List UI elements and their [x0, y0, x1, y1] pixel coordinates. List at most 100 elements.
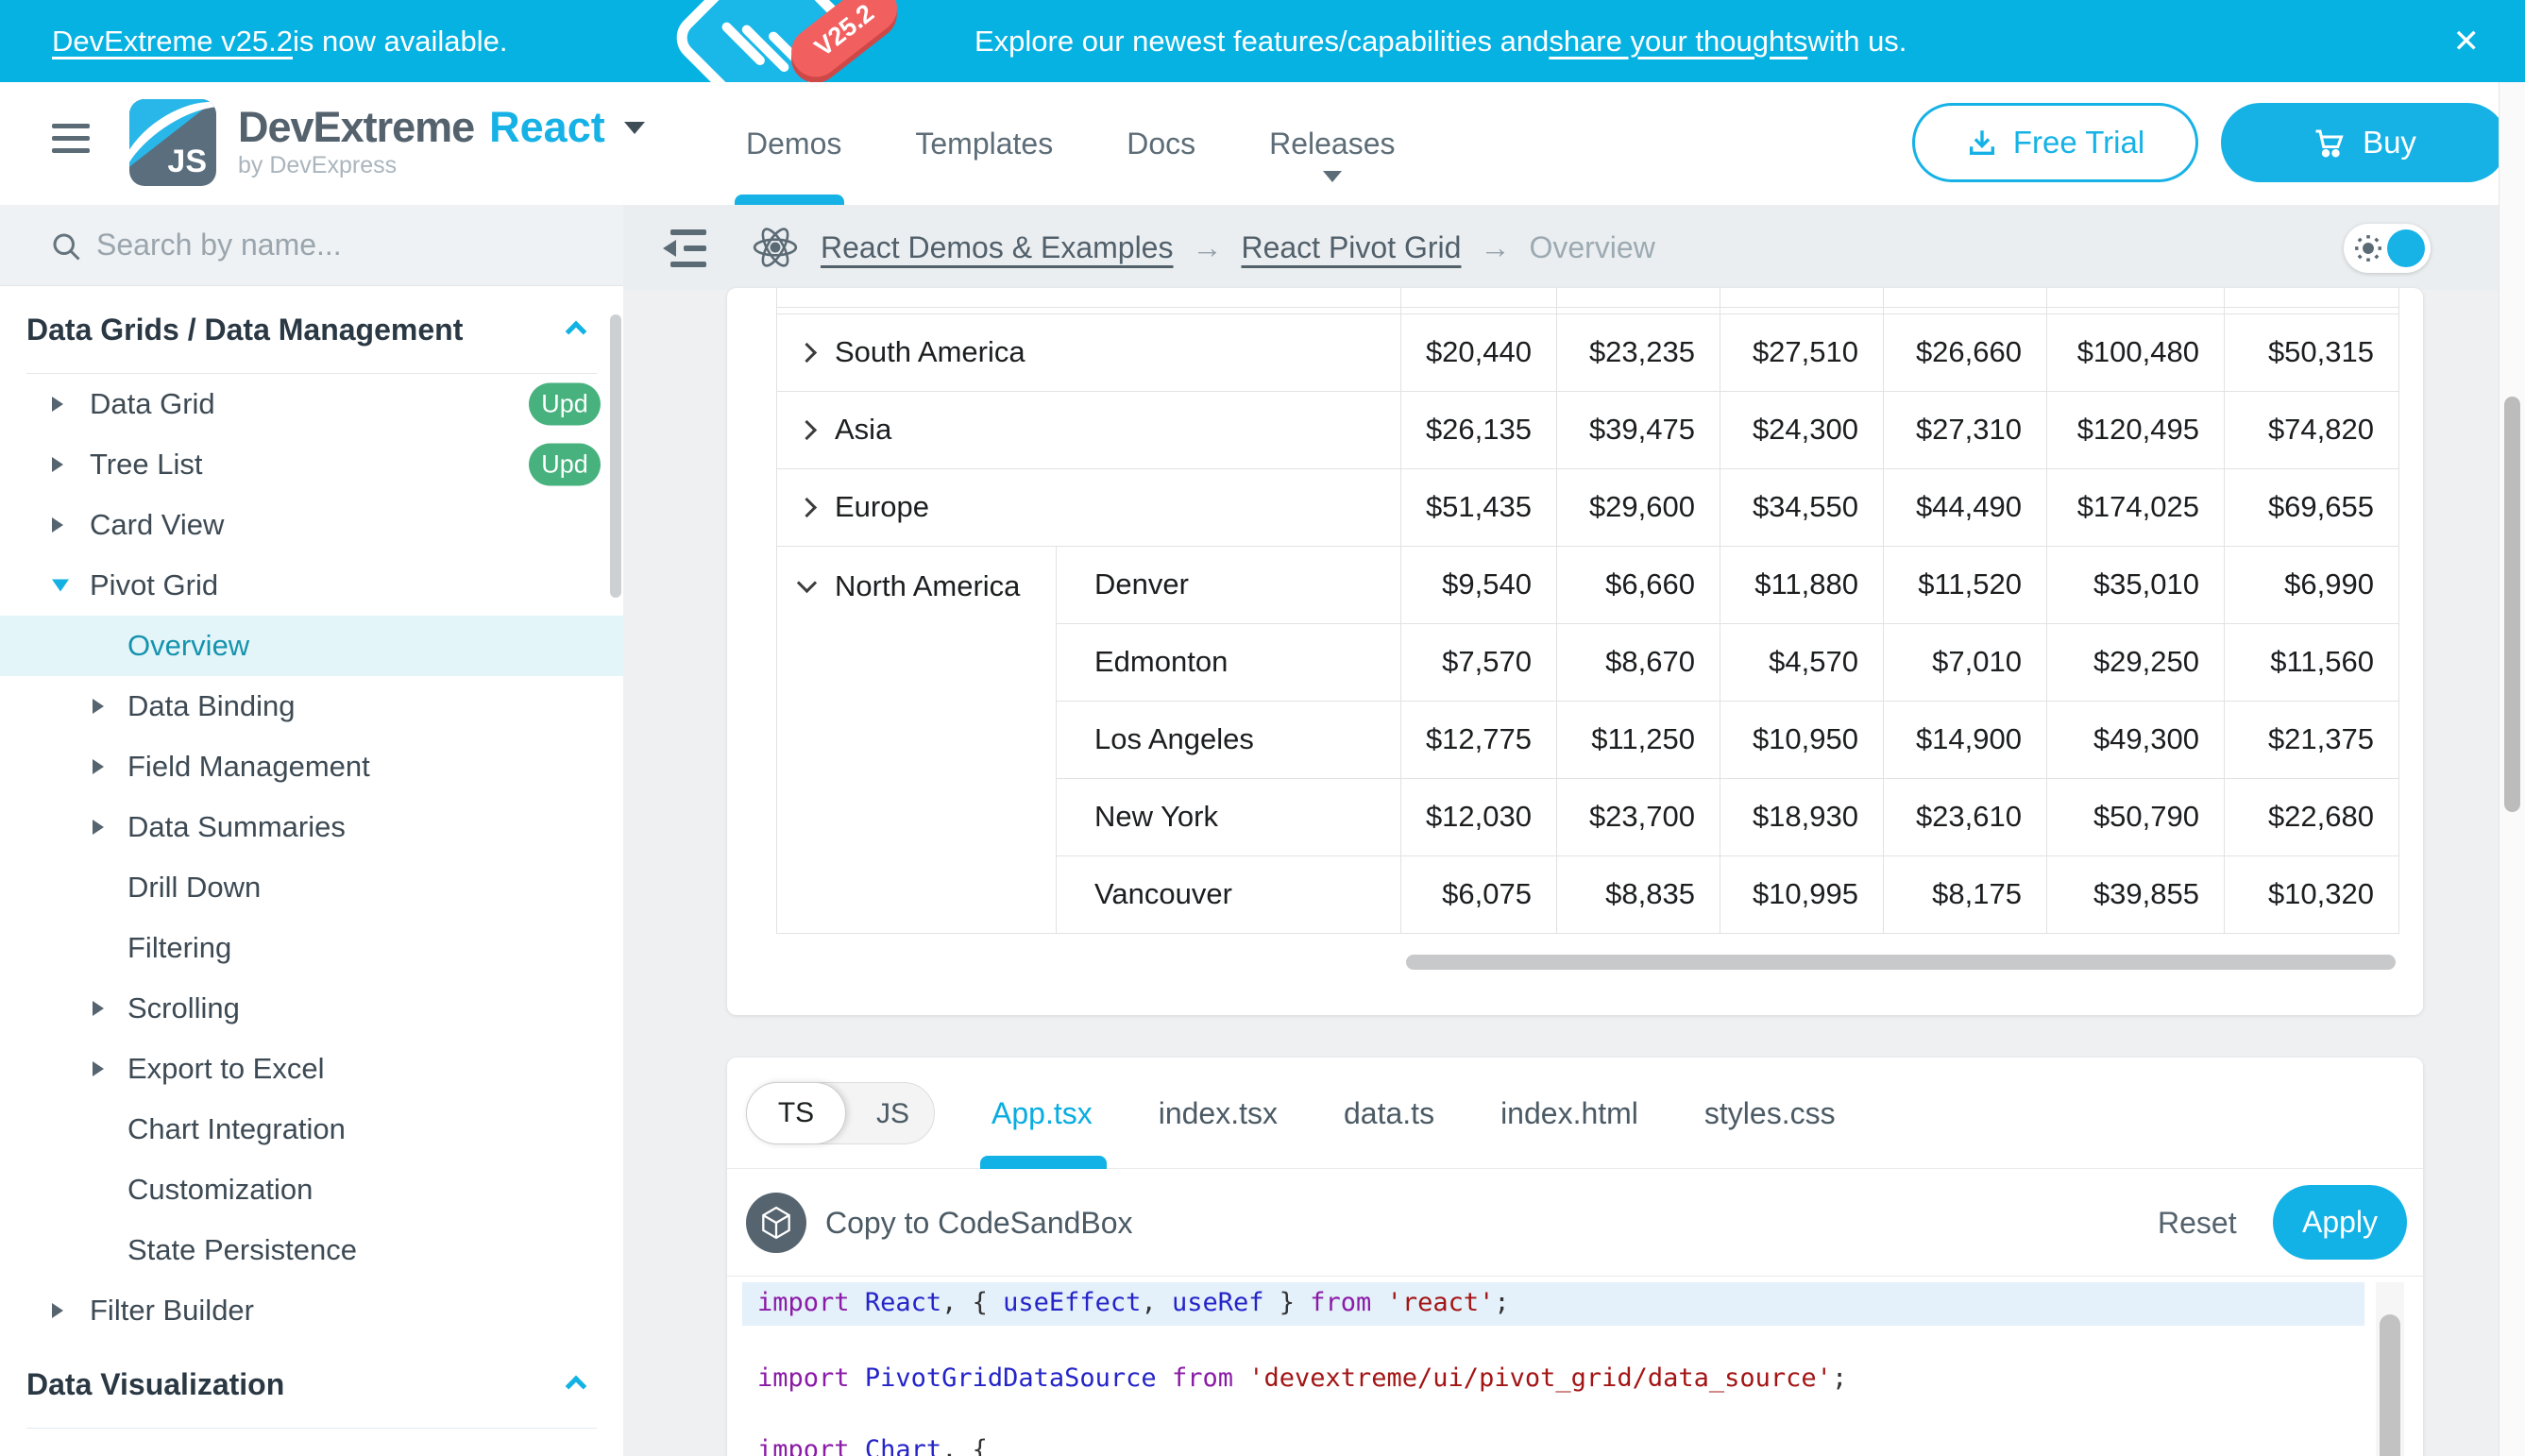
- cart-icon: [2312, 126, 2346, 160]
- pivot-city-header-vancouver[interactable]: Vancouver: [1057, 855, 1401, 933]
- brand-block[interactable]: DevExtreme React by DevExpress: [238, 103, 645, 179]
- pivot-value-cell: $8,835: [1557, 855, 1720, 933]
- file-tab-index-html[interactable]: index.html: [1500, 1096, 1638, 1131]
- codesandbox-icon[interactable]: [746, 1193, 806, 1253]
- file-tab-app-tsx[interactable]: App.tsx: [991, 1096, 1093, 1131]
- language-toggle[interactable]: TS JS: [746, 1082, 935, 1144]
- devextreme-js-logo[interactable]: JS: [129, 99, 216, 186]
- pivot-value-cell: $11,560: [2225, 623, 2399, 701]
- window-scrollbar-track[interactable]: [2499, 82, 2525, 1456]
- sidebar-item-field-management[interactable]: Field Management: [0, 736, 623, 797]
- theme-toggle[interactable]: [2344, 224, 2431, 273]
- sidebar-item-chart-integration[interactable]: Chart Integration: [0, 1099, 623, 1160]
- share-thoughts-link[interactable]: share your thoughts: [1549, 25, 1807, 59]
- pivot-region-header-europe[interactable]: Europe: [777, 468, 1401, 546]
- pivot-city-header-edmonton[interactable]: Edmonton: [1057, 623, 1401, 701]
- sidebar-item-filter-builder[interactable]: Filter Builder: [0, 1280, 623, 1341]
- pivot-value-cell: [1401, 307, 1557, 313]
- reset-button[interactable]: Reset: [2158, 1169, 2237, 1277]
- pivot-region-header-asia[interactable]: Asia: [777, 391, 1401, 468]
- window-scrollbar-thumb[interactable]: [2504, 397, 2520, 812]
- free-trial-button[interactable]: Free Trial: [1912, 103, 2198, 182]
- sidebar-item-tree-list[interactable]: Tree ListUpd: [0, 434, 623, 495]
- pivot-value-cell: [2225, 307, 2399, 313]
- pivot-value-cell: $6,075: [1401, 855, 1557, 933]
- collapsed-triangle-icon: [93, 1061, 104, 1076]
- chevron-right-icon: [797, 497, 817, 516]
- platform-dropdown-caret-icon[interactable]: [624, 122, 645, 134]
- collapsed-triangle-icon: [52, 517, 63, 533]
- collapsed-triangle-icon: [93, 1001, 104, 1016]
- language-option-ts[interactable]: TS: [746, 1082, 846, 1144]
- pivot-city-header-new-york[interactable]: New York: [1057, 778, 1401, 855]
- sidebar-item-data-grid[interactable]: Data GridUpd: [0, 374, 623, 434]
- pivot-row: North AmericaDenver$9,540$6,660$11,880$1…: [777, 546, 2399, 623]
- nav-demos[interactable]: Demos: [746, 82, 841, 205]
- pivot-value-cell: $120,495: [2047, 391, 2225, 468]
- pivot-region-header-north-america[interactable]: North America: [777, 546, 1057, 933]
- pivot-value-cell: $100,480: [2047, 313, 2225, 391]
- breadcrumb-separator: →: [1480, 230, 1510, 265]
- main-nav: Demos Templates Docs Releases: [746, 82, 1396, 205]
- section-header-data-grids[interactable]: Data Grids / Data Management: [0, 286, 623, 373]
- apply-button[interactable]: Apply: [2273, 1185, 2407, 1260]
- file-tab-index-tsx[interactable]: index.tsx: [1159, 1096, 1278, 1131]
- sidebar-scrollbar-thumb[interactable]: [610, 314, 621, 598]
- breadcrumb-link-pivot-grid[interactable]: React Pivot Grid: [1241, 230, 1461, 265]
- pivot-row: Asia$26,135$39,475$24,300$27,310$120,495…: [777, 391, 2399, 468]
- pivot-row-header-cell: [777, 288, 1401, 307]
- breadcrumb: React Demos & Examples → React Pivot Gri…: [751, 205, 1655, 290]
- pivot-value-cell: $26,135: [1401, 391, 1557, 468]
- pivot-city-header-denver[interactable]: Denver: [1057, 546, 1401, 623]
- sidebar-item-data-summaries[interactable]: Data Summaries: [0, 797, 623, 857]
- banner-close-icon[interactable]: ✕: [2453, 0, 2481, 82]
- breadcrumb-link-demos[interactable]: React Demos & Examples: [821, 230, 1173, 265]
- promo-banner: DevExtreme v25.2 is now available. V25.2…: [0, 0, 2525, 82]
- sidebar-item-state-persistence[interactable]: State Persistence: [0, 1220, 623, 1280]
- pivot-value-cell: $7,570: [1401, 623, 1557, 701]
- app-header: JS DevExtreme React by DevExpress Demos …: [0, 82, 2525, 205]
- copy-to-codesandbox-button[interactable]: Copy to CodeSandBox: [825, 1169, 1133, 1277]
- code-scrollbar-thumb[interactable]: [2380, 1314, 2400, 1456]
- sidebar-item-drill-down[interactable]: Drill Down: [0, 857, 623, 918]
- section-header-data-visualization[interactable]: Data Visualization: [0, 1341, 623, 1428]
- banner-version-link[interactable]: DevExtreme v25.2: [52, 25, 293, 59]
- pivot-value-cell: $18,930: [1720, 778, 1884, 855]
- sidebar-item-scrolling[interactable]: Scrolling: [0, 978, 623, 1039]
- pivot-grid-demo-card: South America$20,440$23,235$27,510$26,66…: [727, 288, 2423, 1015]
- sidebar-item-filtering[interactable]: Filtering: [0, 918, 623, 978]
- pivot-horizontal-scrollbar-thumb[interactable]: [1406, 955, 2396, 970]
- pivot-value-cell: $10,995: [1720, 855, 1884, 933]
- collapsed-triangle-icon: [93, 759, 104, 774]
- hamburger-menu-icon[interactable]: [52, 124, 90, 161]
- pivot-value-cell: $8,175: [1884, 855, 2047, 933]
- sidebar-item-export-to-excel[interactable]: Export to Excel: [0, 1039, 623, 1099]
- file-tab-styles-css[interactable]: styles.css: [1704, 1096, 1836, 1131]
- devextreme-logo-art: V25.2: [606, 0, 899, 82]
- collapse-sidebar-icon[interactable]: [661, 228, 708, 269]
- pivot-region-header-south-america[interactable]: South America: [777, 313, 1401, 391]
- code-tabs-row: TS JS App.tsx index.tsx data.ts index.html s…: [727, 1058, 2423, 1169]
- sidebar-item-data-binding[interactable]: Data Binding: [0, 676, 623, 736]
- nav-docs[interactable]: Docs: [1127, 82, 1195, 205]
- collapsed-triangle-icon: [93, 820, 104, 835]
- search-input[interactable]: [96, 205, 587, 285]
- pivot-clipped-row: [777, 307, 2399, 313]
- brand-name: DevExtreme: [238, 103, 474, 152]
- pivot-city-header-los-angeles[interactable]: Los Angeles: [1057, 701, 1401, 778]
- nav-templates[interactable]: Templates: [915, 82, 1053, 205]
- language-option-js[interactable]: JS: [876, 1083, 909, 1145]
- sidebar-item-label: Customization: [127, 1173, 313, 1207]
- breadcrumb-separator: →: [1192, 230, 1222, 265]
- code-toolbar-row: Copy to CodeSandBox Reset Apply: [727, 1169, 2423, 1277]
- sidebar-item-customization[interactable]: Customization: [0, 1160, 623, 1220]
- nav-releases[interactable]: Releases: [1269, 82, 1395, 205]
- file-tab-data-ts[interactable]: data.ts: [1344, 1096, 1434, 1131]
- code-editor[interactable]: import React, { useEffect, useRef } from…: [727, 1277, 2423, 1456]
- collapsed-triangle-icon: [52, 397, 63, 412]
- theme-toggle-knob[interactable]: [2387, 229, 2425, 267]
- sidebar-item-pivot-grid[interactable]: Pivot Grid: [0, 555, 623, 616]
- sidebar-item-overview[interactable]: Overview: [0, 616, 623, 676]
- sidebar-item-card-view[interactable]: Card View: [0, 495, 623, 555]
- buy-button[interactable]: Buy: [2221, 103, 2507, 182]
